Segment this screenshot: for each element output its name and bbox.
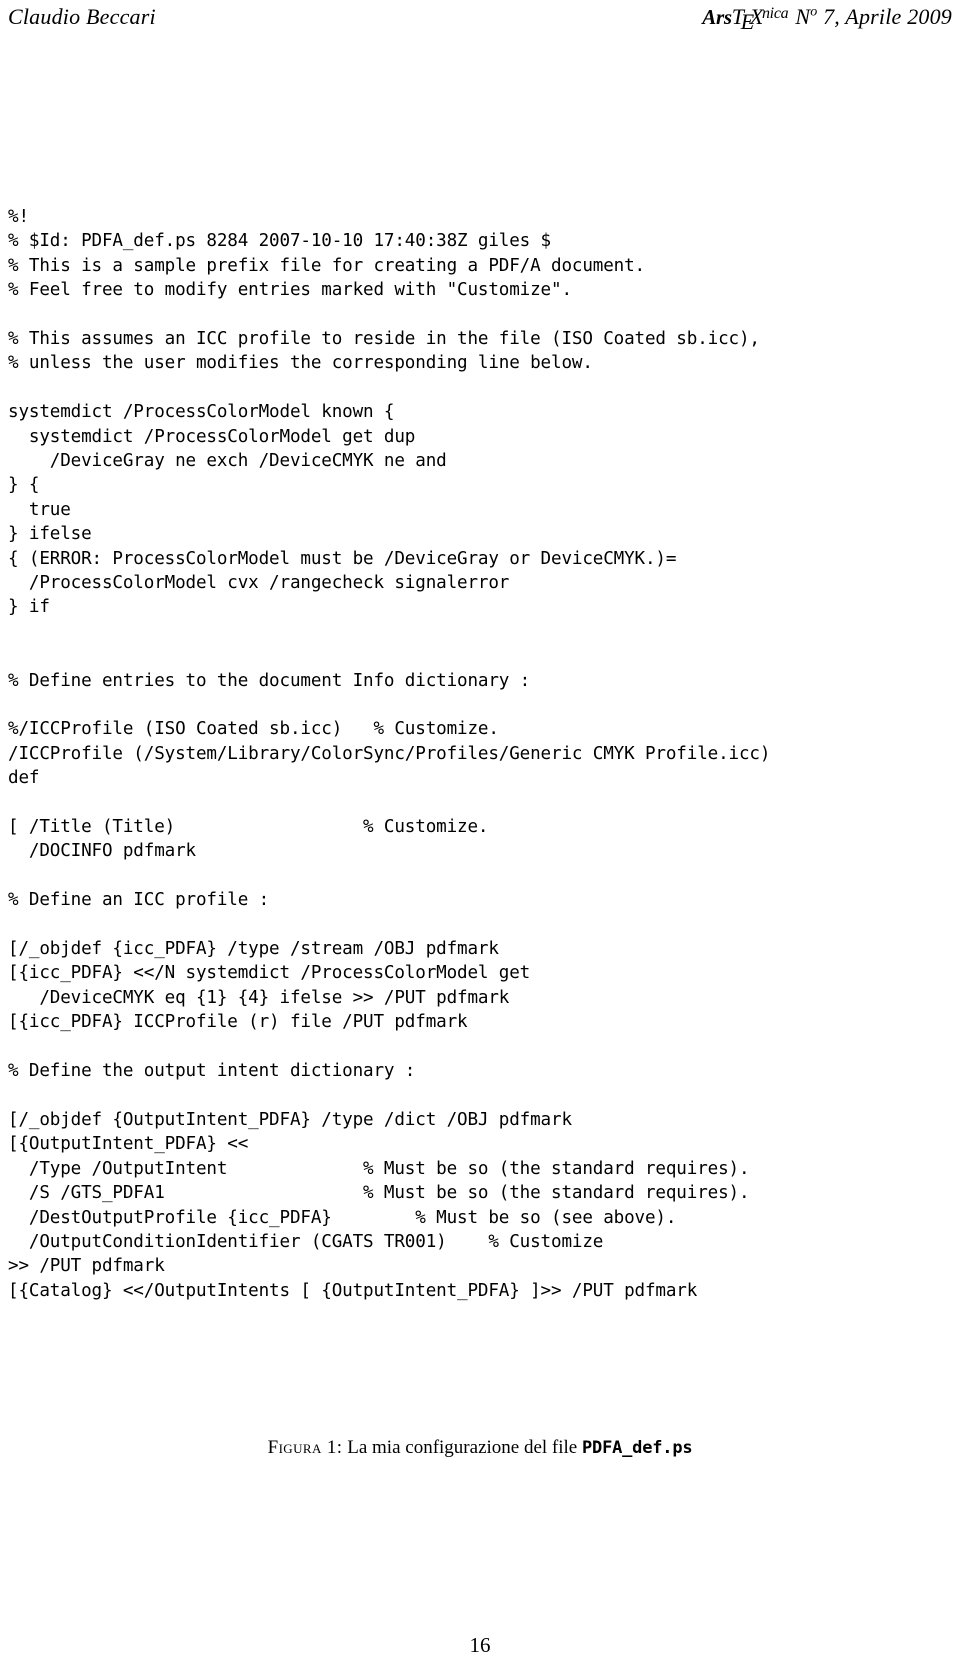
logo-e: E (740, 9, 754, 34)
code-line: [{icc_PDFA} <</N systemdict /ProcessColo… (8, 963, 531, 984)
code-listing: %! % $Id: PDFA_def.ps 8284 2007-10-10 17:… (8, 205, 952, 1303)
code-line: [{icc_PDFA} ICCProfile (r) file /PUT pdf… (8, 1012, 468, 1033)
code-line: [/_objdef {OutputIntent_PDFA} /type /dic… (8, 1109, 572, 1130)
code-line: /DestOutputProfile {icc_PDFA} % Must be … (8, 1207, 677, 1228)
code-line: /DeviceGray ne exch /DeviceCMYK ne and (8, 451, 447, 472)
code-line: [/_objdef {icc_PDFA} /type /stream /OBJ … (8, 939, 499, 960)
logo-ars: Ars (702, 5, 732, 29)
header-issue: No 7, Aprile 2009 (795, 4, 952, 30)
code-line: /ProcessColorModel cvx /rangecheck signa… (8, 573, 510, 594)
code-line: true (8, 499, 71, 520)
code-line: % Define the output intent dictionary : (8, 1061, 416, 1082)
code-line: { (ERROR: ProcessColorModel must be /Dev… (8, 548, 677, 569)
page-number: 16 (469, 1633, 491, 1657)
code-line: %/ICCProfile (ISO Coated sb.icc) % Custo… (8, 719, 499, 740)
arstexnica-logo: Ars T E Xnica (702, 4, 789, 34)
logo-nica: nica (761, 5, 789, 22)
code-line: % Define an ICC profile : (8, 890, 270, 911)
page-footer: 16 (0, 1633, 960, 1658)
document-page: Claudio Beccari Ars T E Xnica No 7, Aprile … (0, 0, 960, 1673)
code-line: systemdict /ProcessColorModel known { (8, 402, 395, 423)
running-header: Claudio Beccari Ars T E Xnica No 7, Aprile … (8, 0, 952, 34)
code-line: /Type /OutputIntent % Must be so (the st… (8, 1158, 750, 1179)
figure-caption: Figura 1: La mia configurazione del file… (0, 1437, 960, 1459)
code-line: } ifelse (8, 524, 92, 545)
code-line: /DOCINFO pdfmark (8, 841, 196, 862)
code-line: % Feel free to modify entries marked wit… (8, 280, 572, 301)
issue-number-date: 7, Aprile 2009 (817, 4, 952, 29)
caption-filename: PDFA_def.ps (582, 1438, 693, 1458)
code-line: % This assumes an ICC profile to reside … (8, 329, 760, 350)
code-line: /ICCProfile (/System/Library/ColorSync/P… (8, 743, 771, 764)
code-line: /S /GTS_PDFA1 % Must be so (the standard… (8, 1183, 750, 1204)
code-line: % Define entries to the document Info di… (8, 670, 531, 691)
code-line: systemdict /ProcessColorModel get dup (8, 426, 416, 447)
code-line: % This is a sample prefix file for creat… (8, 255, 645, 276)
code-line: % unless the user modifies the correspon… (8, 353, 593, 374)
code-line: [ /Title (Title) % Customize. (8, 817, 489, 838)
header-author: Claudio Beccari (8, 4, 156, 29)
code-line: } if (8, 597, 50, 618)
code-line: /DeviceCMYK eq {1} {4} ifelse >> /PUT pd… (8, 987, 510, 1008)
header-journal-info: Ars T E Xnica No 7, Aprile 2009 (702, 4, 952, 34)
code-line: } { (8, 475, 40, 496)
issue-prefix: N (795, 4, 811, 29)
code-line: % $Id: PDFA_def.ps 8284 2007-10-10 17:40… (8, 231, 552, 252)
code-line: >> /PUT pdfmark (8, 1256, 165, 1277)
code-line: def (8, 768, 40, 789)
code-line: [{Catalog} <</OutputIntents [ {OutputInt… (8, 1280, 698, 1301)
code-line: %! (8, 207, 29, 227)
code-line: /OutputConditionIdentifier (CGATS TR001)… (8, 1231, 604, 1252)
code-line: [{OutputIntent_PDFA} << (8, 1134, 249, 1155)
figure-label: Figura 1: (267, 1437, 343, 1458)
caption-text: La mia configurazione del file (342, 1437, 582, 1458)
